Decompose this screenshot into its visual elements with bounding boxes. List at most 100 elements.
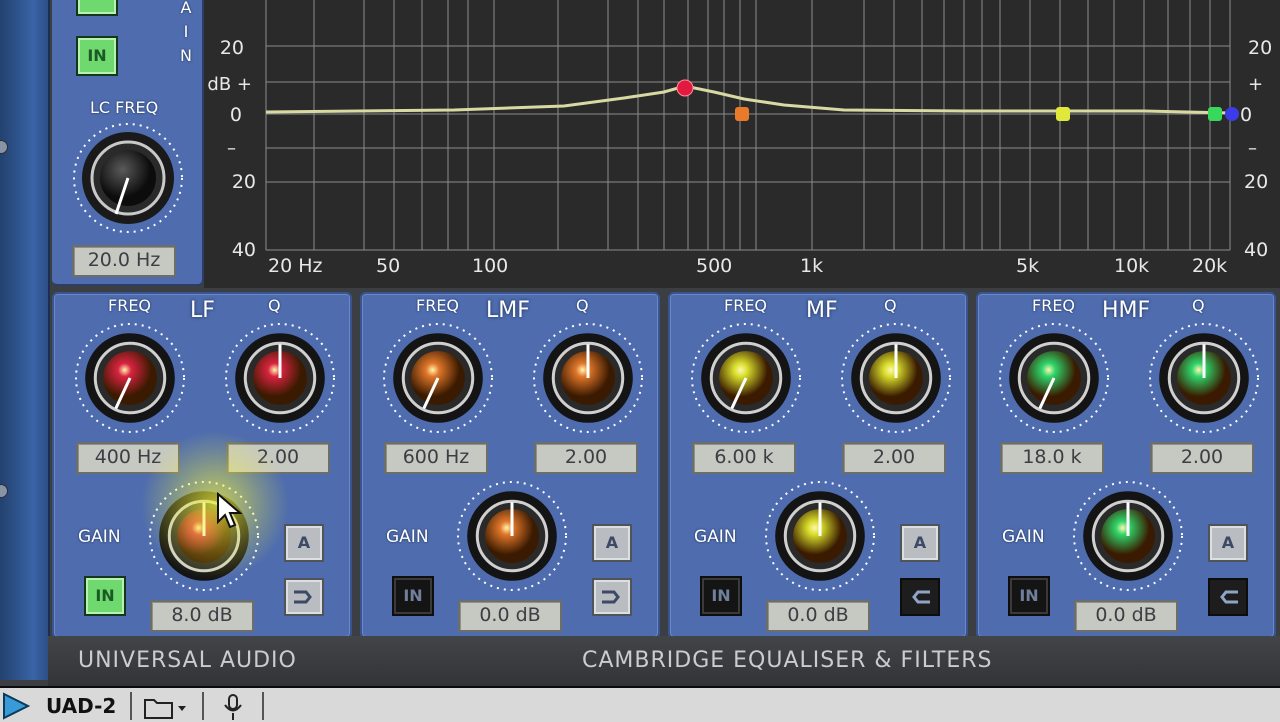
band-in-label: IN xyxy=(1019,586,1039,605)
band-in-button[interactable]: IN xyxy=(1008,576,1050,616)
y-label-right: 20 xyxy=(1248,37,1272,59)
band-name: LMF xyxy=(486,298,530,323)
q-label: Q xyxy=(268,296,281,315)
hmf-band-handle[interactable] xyxy=(1208,107,1222,121)
band-a-button[interactable]: A xyxy=(592,524,632,562)
q-knob[interactable] xyxy=(840,322,952,434)
shelf-shape-button[interactable] xyxy=(1208,578,1248,616)
band-in-button[interactable]: IN xyxy=(392,576,434,616)
q-knob[interactable] xyxy=(224,322,336,434)
band-a-button[interactable]: A xyxy=(1208,524,1248,562)
q-readout: 2.00 xyxy=(1150,442,1254,474)
q-readout: 2.00 xyxy=(842,442,946,474)
freq-label: FREQ xyxy=(108,296,152,315)
band-in-label: IN xyxy=(95,586,115,605)
y-label-right: 20 xyxy=(1244,171,1268,193)
y-label-left: 20 xyxy=(232,171,256,193)
gain-label: GAIN xyxy=(1002,527,1045,547)
bell-shape-button[interactable] xyxy=(284,578,324,616)
band-a-button[interactable]: A xyxy=(284,524,324,562)
gain-knob[interactable] xyxy=(764,480,876,592)
lc-freq-readout: 20.0 Hz xyxy=(72,245,176,277)
mf-band-handle[interactable] xyxy=(1056,107,1070,121)
gain-readout: 8.0 dB xyxy=(150,600,254,632)
bell-shape-button[interactable] xyxy=(592,578,632,616)
gain-label: GAIN xyxy=(78,527,121,547)
y-label-right: – xyxy=(1248,138,1257,159)
play-arrow-icon[interactable] xyxy=(0,692,32,720)
q-knob[interactable] xyxy=(1148,322,1260,434)
x-label: 1k xyxy=(800,255,823,277)
lc-freq-title: LC FREQ xyxy=(90,98,159,117)
shelf-shape-icon xyxy=(912,590,930,604)
freq-knob[interactable] xyxy=(382,322,494,434)
q-label: Q xyxy=(1192,296,1205,315)
q-readout: 2.00 xyxy=(534,442,638,474)
eq-graph-panel: 20 dB + 0 – 20 40 20 + 0 – 20 40 20 Hz 5… xyxy=(204,0,1280,288)
band-name: LF xyxy=(190,298,215,323)
bell-shape-icon xyxy=(294,590,312,604)
freq-label: FREQ xyxy=(724,296,768,315)
y-label-right: 40 xyxy=(1244,239,1268,261)
band-name: MF xyxy=(806,298,838,323)
gain-label: GAIN xyxy=(694,527,737,547)
x-label: 500 xyxy=(696,255,732,277)
shelf-shape-button[interactable] xyxy=(900,578,940,616)
panel-screw-icon xyxy=(0,140,8,154)
q-label: Q xyxy=(576,296,589,315)
folder-icon[interactable] xyxy=(142,694,192,720)
x-label: 5k xyxy=(1016,255,1039,277)
left-edge-strip xyxy=(0,0,50,680)
lc-mode-button[interactable] xyxy=(76,0,118,16)
x-label: 20 Hz xyxy=(268,255,323,277)
bottom-taskbar: UAD-2 xyxy=(0,686,1280,722)
q-knob[interactable] xyxy=(532,322,644,434)
band-in-label: IN xyxy=(403,586,423,605)
brand-universal-audio: UNIVERSAL AUDIO xyxy=(78,648,297,673)
lf-band-handle[interactable] xyxy=(676,79,694,97)
low-cut-panel: IN LC FREQ 20.0 Hz A I N xyxy=(52,0,204,286)
q-label: Q xyxy=(884,296,897,315)
freq-knob[interactable] xyxy=(74,322,186,434)
freq-knob[interactable] xyxy=(998,322,1110,434)
freq-knob[interactable] xyxy=(690,322,802,434)
freq-label: FREQ xyxy=(1032,296,1076,315)
freq-readout: 400 Hz xyxy=(76,442,180,474)
gain-knob[interactable] xyxy=(1072,480,1184,592)
y-label-left: 0 xyxy=(230,104,242,126)
band-name: HMF xyxy=(1102,298,1151,323)
plugin-title: CAMBRIDGE EQUALISER & FILTERS xyxy=(582,648,993,673)
taskbar-divider xyxy=(262,692,264,720)
lc-side-label: A I N xyxy=(180,0,192,65)
plugin-footer: UNIVERSAL AUDIO CAMBRIDGE EQUALISER & FI… xyxy=(48,636,1280,686)
band-panel-hmf: FREQ HMF Q 18.0 k 2.00 GAIN IN 0.0 dB A xyxy=(976,292,1276,639)
freq-label: FREQ xyxy=(416,296,460,315)
lmf-band-handle[interactable] xyxy=(735,107,749,121)
taskbar-divider xyxy=(130,692,132,720)
y-label-left: dB + xyxy=(207,74,252,95)
band-panel-lmf: FREQ LMF Q 600 Hz 2.00 GAIN IN 0.0 dB A xyxy=(360,292,660,639)
lc-freq-knob[interactable] xyxy=(68,118,188,236)
lc-in-label: IN xyxy=(87,46,107,65)
mouse-cursor-icon xyxy=(217,492,243,529)
shelf-shape-icon xyxy=(1220,590,1238,604)
bell-shape-icon xyxy=(602,590,620,604)
high-cut-handle[interactable] xyxy=(1225,107,1239,121)
freq-readout: 18.0 k xyxy=(1000,442,1104,474)
band-panel-mf: FREQ MF Q 6.00 k 2.00 GAIN IN 0.0 dB A xyxy=(668,292,968,639)
band-in-button[interactable]: IN xyxy=(84,576,126,616)
gain-readout: 0.0 dB xyxy=(766,600,870,632)
taskbar-divider xyxy=(202,692,204,720)
y-label-right: 0 xyxy=(1240,104,1252,126)
freq-readout: 6.00 k xyxy=(692,442,796,474)
lc-in-button[interactable]: IN xyxy=(76,36,118,76)
band-in-button[interactable]: IN xyxy=(700,576,742,616)
microphone-icon[interactable] xyxy=(220,692,246,722)
eq-response-graph[interactable]: 20 dB + 0 – 20 40 20 + 0 – 20 40 20 Hz 5… xyxy=(204,0,1280,288)
band-a-button[interactable]: A xyxy=(900,524,940,562)
gain-readout: 0.0 dB xyxy=(458,600,562,632)
y-label-left: 40 xyxy=(232,239,256,261)
q-readout: 2.00 xyxy=(226,442,330,474)
gain-knob[interactable] xyxy=(456,480,568,592)
gain-readout: 0.0 dB xyxy=(1074,600,1178,632)
